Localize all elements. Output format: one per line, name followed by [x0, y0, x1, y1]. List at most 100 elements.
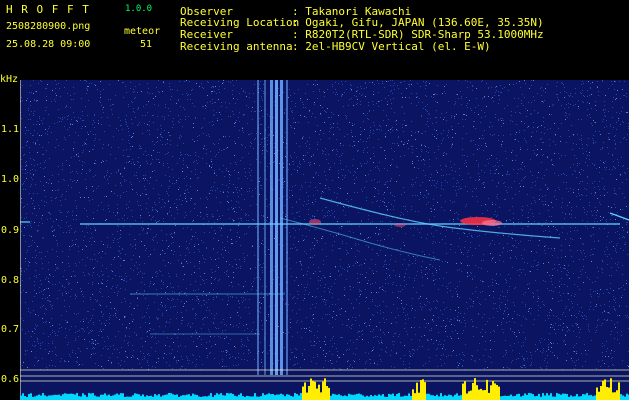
signal-level-bar [522, 395, 524, 400]
signal-level-bar [590, 395, 592, 400]
signal-level-bar [216, 393, 218, 400]
y-tick-label: 0.9 [1, 225, 20, 236]
signal-level-bar [210, 393, 212, 400]
signal-level-bar [306, 392, 308, 400]
signal-level-bar [320, 392, 322, 400]
signal-level-bar [440, 393, 442, 400]
signal-level-bar [104, 393, 106, 400]
signal-level-bar [486, 379, 488, 400]
signal-level-bar [350, 394, 352, 400]
signal-level-bar [206, 396, 208, 400]
signal-level-bar [56, 394, 58, 400]
signal-level-bar [504, 395, 506, 400]
signal-level-bar [548, 395, 550, 400]
signal-level-bar [164, 394, 166, 400]
signal-level-bar [346, 396, 348, 400]
signal-level-bar [444, 395, 446, 400]
signal-level-bar [376, 395, 378, 400]
signal-level-bar [186, 394, 188, 400]
signal-level-bar [296, 393, 298, 400]
signal-level-bar [248, 396, 250, 400]
signal-level-bar [328, 387, 330, 400]
y-tick-label: 0.6 [1, 374, 20, 385]
signal-level-bar [84, 394, 86, 400]
signal-level-bar [488, 392, 490, 400]
signal-level-bar [520, 396, 522, 400]
signal-level-bar [336, 395, 338, 400]
signal-level-bar [404, 395, 406, 400]
meteor-count: 51 [140, 39, 153, 50]
signal-level-bar [240, 393, 242, 400]
signal-level-bar [614, 392, 616, 400]
signal-level-bar [562, 393, 564, 400]
signal-level-bar [560, 394, 562, 400]
signal-level-bar [476, 385, 478, 400]
signal-level-bar [546, 393, 548, 400]
signal-level-bar [64, 393, 66, 400]
signal-level-bar [452, 396, 454, 400]
signal-level-bar [68, 393, 70, 400]
signal-level-bar [76, 393, 78, 400]
signal-level-bar [618, 382, 620, 400]
signal-level-bar [610, 378, 612, 400]
signal-level-bar [570, 395, 572, 400]
signal-level-bar [100, 394, 102, 400]
signal-level-bar [166, 394, 168, 400]
signal-level-bar [120, 393, 122, 400]
signal-level-bar [408, 393, 410, 400]
signal-level-bar [528, 393, 530, 400]
signal-level-bar [310, 378, 312, 400]
signal-level-bar [110, 396, 112, 400]
signal-level-bar [418, 392, 420, 400]
signal-level-bar [530, 393, 532, 400]
signal-level-bar [132, 395, 134, 400]
signal-level-bar [514, 395, 516, 400]
signal-level-bar [312, 380, 314, 400]
signal-level-bar [396, 393, 398, 400]
signal-level-bar [582, 394, 584, 400]
signal-level-bar [126, 396, 128, 400]
signal-level-bar [286, 394, 288, 400]
signal-level-bar [494, 383, 496, 400]
signal-level-bar [532, 394, 534, 400]
signal-level-bar [60, 395, 62, 400]
signal-level-bar [138, 394, 140, 400]
signal-level-bar [624, 396, 626, 400]
signal-level-bar [580, 396, 582, 400]
signal-level-bar [282, 394, 284, 400]
signal-level-bar [424, 382, 426, 400]
signal-level-bar [208, 395, 210, 400]
signal-level-bar [556, 393, 558, 400]
signal-level-bar [256, 396, 258, 400]
signal-level-bar [174, 394, 176, 400]
signal-level-bar [606, 386, 608, 400]
signal-level-bar [536, 395, 538, 400]
signal-level-bar [262, 393, 264, 400]
signal-level-bar [392, 393, 394, 400]
signal-level-bar [54, 394, 56, 400]
signal-level-bar [574, 396, 576, 400]
signal-level-bar [402, 396, 404, 400]
y-tick-label: 0.7 [1, 324, 20, 335]
signal-level-bar [480, 388, 482, 400]
signal-level-bar [238, 394, 240, 400]
signal-level-bar [474, 378, 476, 400]
signal-level-bar [334, 394, 336, 400]
signal-level-bar [410, 395, 412, 400]
signal-level-bar [470, 390, 472, 400]
signal-level-bar [342, 396, 344, 400]
signal-level-bar [154, 394, 156, 400]
signal-level-bar [398, 393, 400, 400]
signal-level-bar [542, 393, 544, 400]
signal-level-bar [616, 390, 618, 400]
signal-level-bar [134, 393, 136, 400]
signal-level-bar [66, 393, 68, 400]
signal-level-bar [510, 394, 512, 400]
signal-level-bar [70, 393, 72, 400]
signal-level-bar [264, 394, 266, 400]
signal-level-bar [428, 393, 430, 400]
signal-level-bar [48, 395, 50, 400]
signal-level-bar [274, 395, 276, 400]
signal-level-bar [242, 396, 244, 400]
signal-level-bar [516, 394, 518, 400]
